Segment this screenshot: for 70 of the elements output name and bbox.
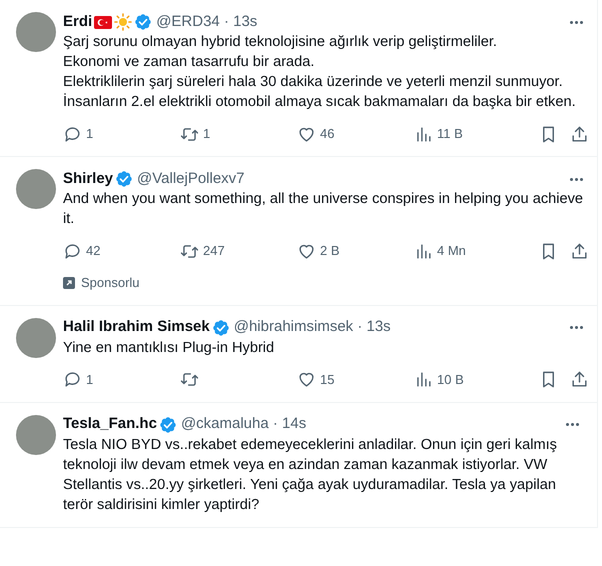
user-name[interactable]: Tesla_Fan.hc: [63, 413, 157, 436]
share-icon: [570, 124, 589, 144]
views-count: 10 B: [437, 370, 464, 389]
post-text: Tesla NIO BYD vs..rekabet edemeyeceklerini anladilar. Onun için geri kalmış teknoloji ilw devam etmek veya en azindan zaman kazanmak istiyorlar. VW Stellantis vs..20.yy şirketleri. Yeni çağa ayak uyduramadilar. Tesla ya yapilan terör saldirisini kimler yaptirdi?: [63, 436, 558, 514]
post-time[interactable]: · 14s: [268, 413, 306, 436]
share-button[interactable]: [570, 124, 589, 144]
sponsored-label: Sponsorlu: [81, 274, 140, 292]
user-name[interactable]: Shirley: [63, 168, 114, 190]
verified-badge-icon: [134, 13, 152, 31]
reply-count: 42: [86, 242, 100, 260]
bar-chart-icon: [414, 124, 433, 144]
repost-button[interactable]: 1: [180, 124, 297, 144]
verified-badge-icon: [158, 416, 177, 434]
reply-icon: [63, 124, 82, 144]
share-button[interactable]: [570, 242, 589, 260]
post-text: Yine en mantıklısı Plug-in Hybrid: [63, 338, 276, 358]
verified-badge-icon: [212, 318, 230, 336]
views-count: 11 B: [437, 125, 463, 144]
post-text: And when you want something, all the universe conspires in helping you achieve it.: [63, 190, 584, 229]
repost-icon: [180, 370, 199, 389]
post-text: Şarj sorunu olmayan hybrid teknolojisine ağırlık verip geliştirmeliler.: [63, 33, 498, 52]
post-text: Elektriklilerin şarj süreleri hala 30 dakika üzerinde ve yeterli menzil sunmuyor.: [63, 73, 564, 92]
user-name[interactable]: Halil Ibrahim Simsek: [63, 316, 210, 339]
user-handle[interactable]: @ERD34: [156, 10, 220, 34]
share-button[interactable]: [570, 370, 589, 389]
like-count: 15: [320, 370, 334, 389]
like-count: 2 B: [320, 242, 340, 260]
views-button[interactable]: 4 Mn: [414, 241, 531, 261]
post-time[interactable]: · 13s: [220, 10, 258, 34]
reply-icon: [63, 370, 82, 389]
user-handle[interactable]: @VallejPollexv7: [137, 168, 245, 190]
reply-button[interactable]: 42: [63, 241, 180, 261]
views-button[interactable]: 11 B: [414, 124, 531, 144]
share-icon: [570, 242, 589, 260]
bar-chart-icon: [414, 370, 433, 389]
verified-badge-icon: [115, 170, 134, 188]
reply-count: 1: [86, 370, 94, 389]
avatar[interactable]: [16, 12, 56, 52]
like-button[interactable]: 15: [297, 370, 414, 390]
post-text: İnsanların 2.el elektrikli otomobil almaya sıcak bakmamaları da başka bir etken.: [63, 92, 577, 112]
repost-count: 247: [203, 242, 225, 260]
like-button[interactable]: 2 B: [297, 241, 414, 261]
post-time[interactable]: · 13s: [353, 316, 391, 339]
more-options-button[interactable]: [570, 326, 583, 329]
user-name[interactable]: Erdi: [63, 10, 92, 34]
heart-icon: [297, 370, 316, 389]
more-options-button[interactable]: [570, 178, 583, 180]
more-options-button[interactable]: [566, 423, 579, 426]
reply-button[interactable]: 1: [63, 370, 180, 390]
views-button[interactable]: 10 B: [414, 370, 531, 390]
reply-icon: [63, 242, 82, 260]
share-icon: [570, 370, 589, 389]
repost-count: 1: [203, 125, 210, 144]
bar-chart-icon: [414, 242, 433, 260]
avatar[interactable]: [16, 414, 56, 454]
post-text: Ekonomi ve zaman tasarrufu bir arada.: [63, 53, 316, 72]
avatar[interactable]: [16, 318, 56, 358]
more-options-button[interactable]: [570, 20, 583, 24]
turkey-flag-icon: [94, 16, 112, 28]
user-handle[interactable]: @ckamaluha: [180, 413, 269, 436]
reply-button[interactable]: 1: [63, 124, 180, 144]
repost-button[interactable]: 247: [180, 241, 297, 261]
sun-icon: [114, 13, 132, 31]
promoted-icon: [63, 276, 75, 289]
user-handle[interactable]: @hibrahimsimsek: [234, 316, 354, 339]
avatar[interactable]: [16, 169, 56, 209]
reply-count: 1: [86, 125, 94, 144]
like-count: 46: [320, 125, 334, 144]
like-button[interactable]: 46: [297, 124, 414, 144]
views-count: 4 Mn: [437, 242, 466, 260]
